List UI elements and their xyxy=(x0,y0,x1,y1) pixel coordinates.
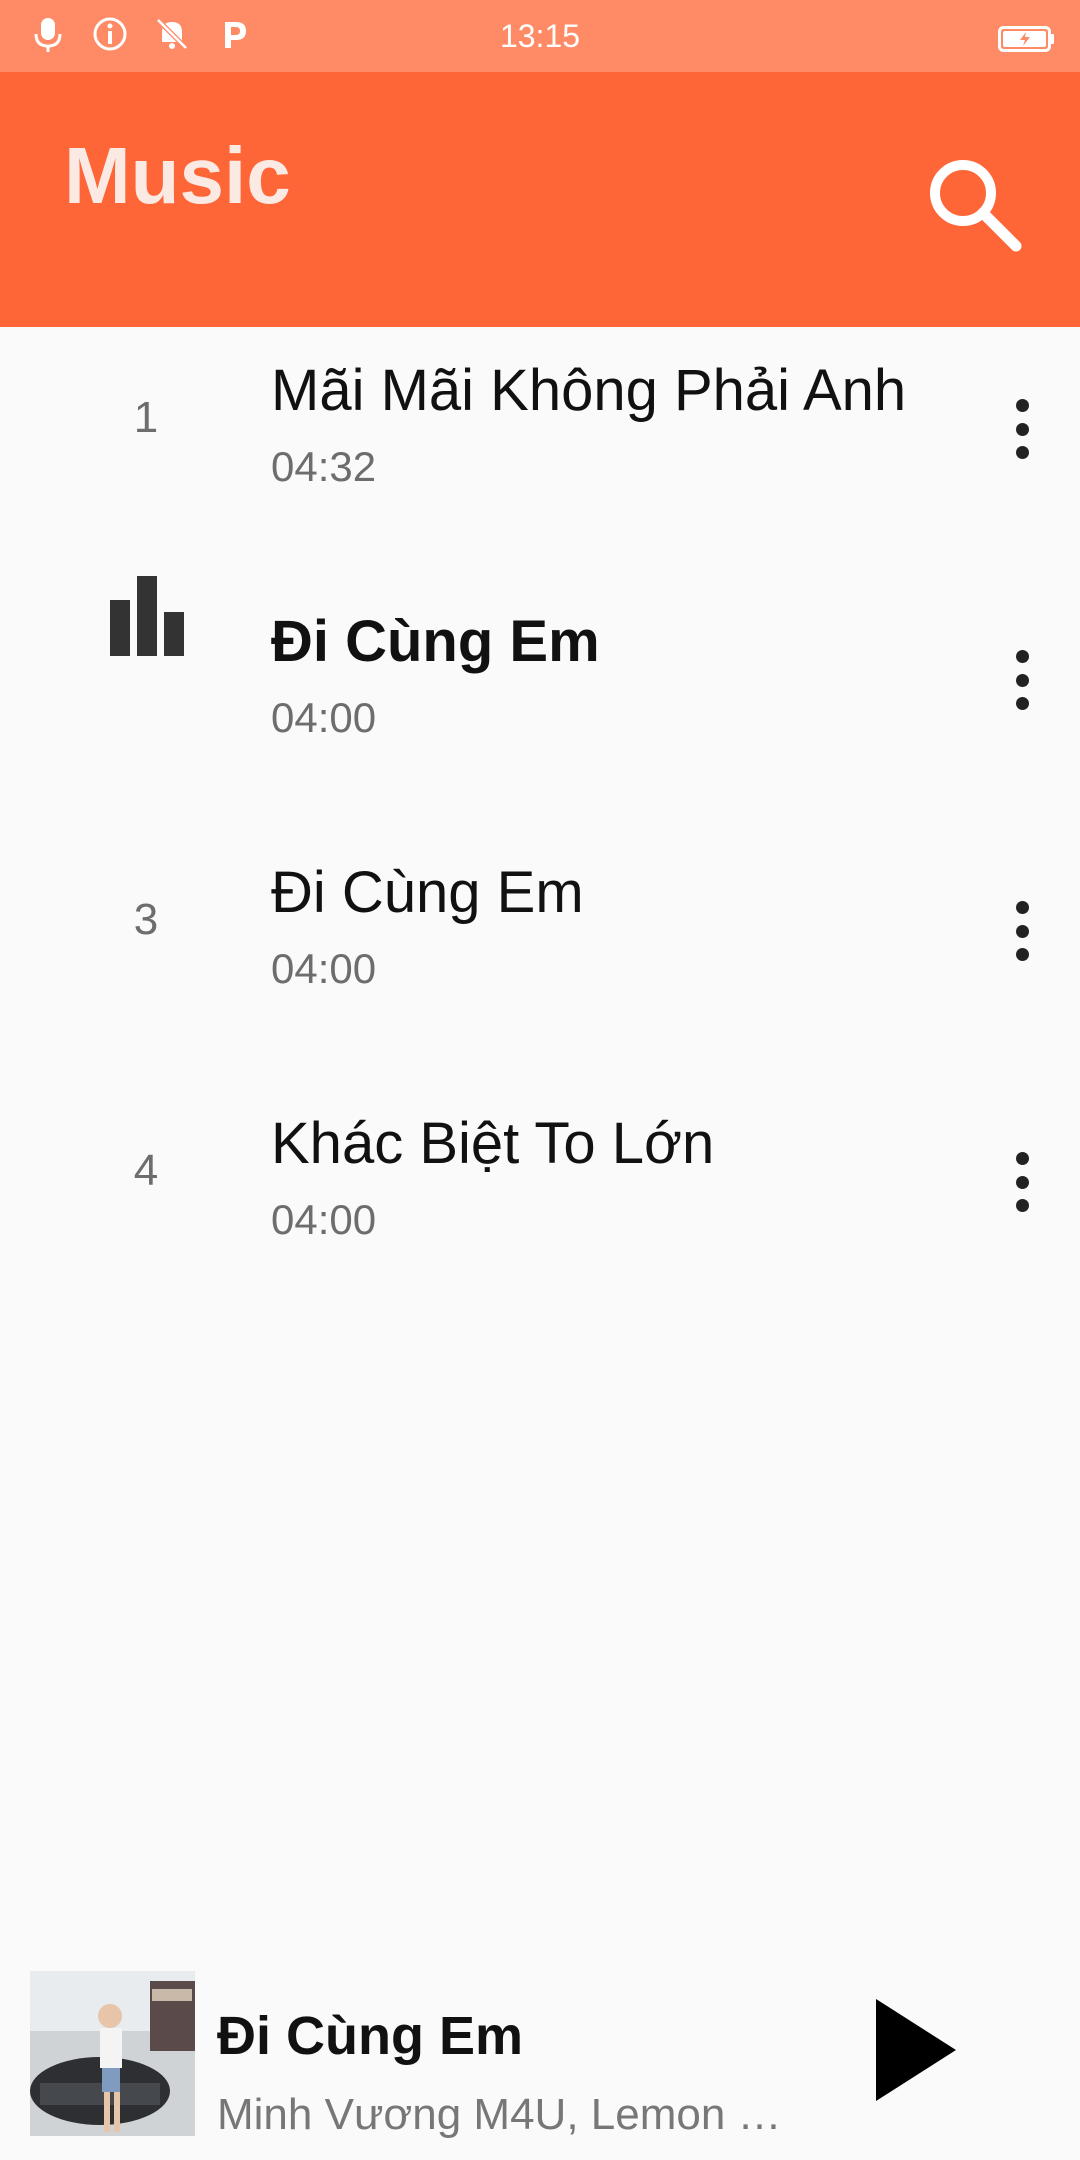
song-title: Khác Biệt To Lớn xyxy=(271,1111,715,1176)
song-duration: 04:00 xyxy=(271,1196,377,1243)
track-number: 4 xyxy=(133,1146,159,1195)
album-art[interactable] xyxy=(30,1971,195,2136)
app-bar: Music xyxy=(0,72,1080,327)
song-duration: 04:32 xyxy=(271,443,377,490)
song-title: Đi Cùng Em xyxy=(271,860,584,925)
status-time: 13:15 xyxy=(499,18,581,54)
more-options-button[interactable] xyxy=(1002,399,1042,459)
song-row[interactable]: 4 Khác Biệt To Lớn 04:00 xyxy=(0,1080,1080,1331)
more-options-button[interactable] xyxy=(1002,901,1042,961)
song-row-playing[interactable]: Đi Cùng Em 04:00 xyxy=(0,576,1080,829)
song-duration: 04:00 xyxy=(271,945,377,992)
search-button[interactable] xyxy=(920,150,1030,260)
more-options-button[interactable] xyxy=(1002,650,1042,710)
battery-charging-icon xyxy=(998,26,1056,57)
play-icon xyxy=(876,1999,956,2101)
more-options-button[interactable] xyxy=(1002,1152,1042,1212)
track-number: 1 xyxy=(133,393,159,442)
status-bar: 13:15 xyxy=(0,0,1080,72)
equalizer-icon xyxy=(110,576,184,656)
play-button[interactable] xyxy=(868,1995,968,2105)
search-icon xyxy=(930,160,1022,252)
song-list: 1 Mãi Mãi Không Phải Anh 04:32 Đi Cùng E… xyxy=(0,327,1080,1331)
song-duration: 04:00 xyxy=(271,694,377,741)
song-row[interactable]: 1 Mãi Mãi Không Phải Anh 04:32 xyxy=(0,327,1080,578)
track-number: 3 xyxy=(133,895,159,944)
song-title: Đi Cùng Em xyxy=(271,609,600,674)
now-playing-bar[interactable]: Đi Cùng Em Minh Vương M4U, Lemon C.. xyxy=(0,1945,1080,2160)
song-title: Mãi Mãi Không Phải Anh xyxy=(271,358,907,423)
song-row[interactable]: 3 Đi Cùng Em 04:00 xyxy=(0,829,1080,1080)
app-title: Music xyxy=(64,131,291,220)
now-playing-title: Đi Cùng Em xyxy=(217,2006,523,2066)
now-playing-artist: Minh Vương M4U, Lemon C.. xyxy=(217,2090,787,2139)
